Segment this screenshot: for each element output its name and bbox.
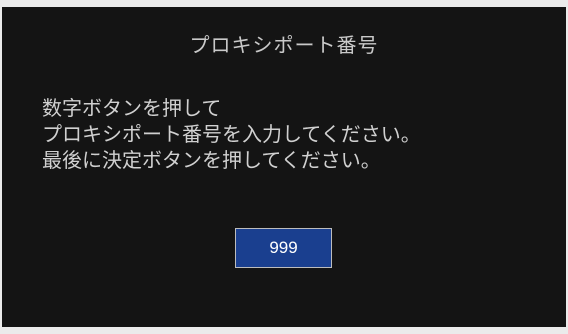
proxy-port-dialog: プロキシポート番号 数字ボタンを押して プロキシポート番号を入力してください。 … xyxy=(2,7,566,327)
instruction-line-1: 数字ボタンを押して xyxy=(42,96,222,120)
port-number-input[interactable]: 999 xyxy=(235,228,332,268)
instruction-line-3: 最後に決定ボタンを押してください。 xyxy=(42,148,381,172)
instructions-text: 数字ボタンを押して プロキシポート番号を入力してください。 最後に決定ボタンを押… xyxy=(42,95,542,173)
dialog-title: プロキシポート番号 xyxy=(189,33,379,57)
instruction-line-2: プロキシポート番号を入力してください。 xyxy=(42,122,421,146)
